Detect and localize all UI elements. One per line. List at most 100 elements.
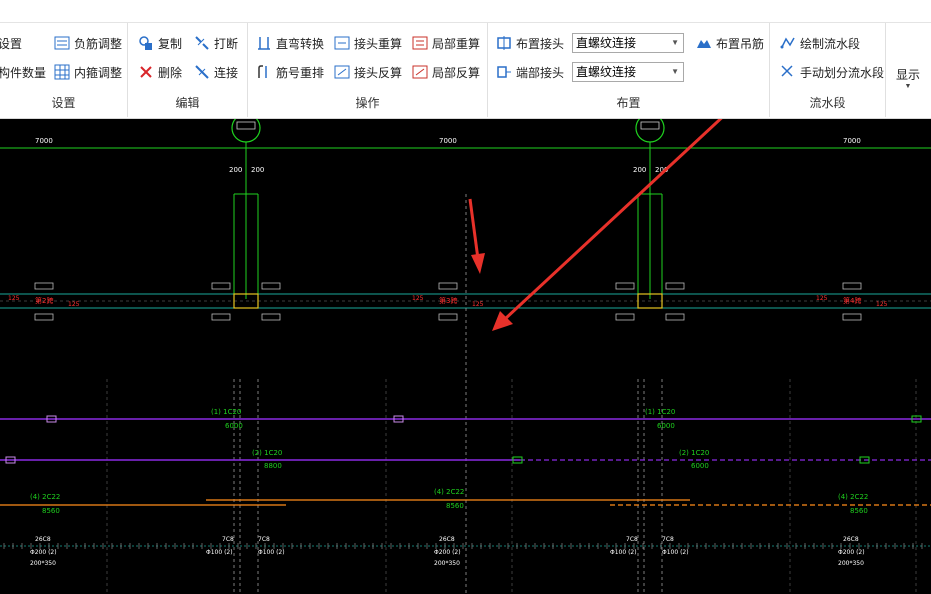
group-settings-title: 设置 — [51, 96, 76, 110]
joint-type-select-1-value: 直螺纹连接 — [576, 36, 637, 50]
stirrup-count: 26C8 — [439, 536, 455, 543]
dim-label: 200 — [633, 166, 646, 174]
beam-dimension: 200*350 — [434, 560, 460, 567]
stirrup-labels: 26C8 Φ200 (2) 200*350 7C8 Φ100 (2) 7C8 Φ… — [30, 536, 865, 567]
group-flow-title: 流水段 — [809, 96, 846, 110]
dim-label: 200 — [251, 166, 264, 174]
stirrup-spacing: Φ100 (2) — [662, 549, 689, 556]
rebar-length: 8560 — [42, 507, 60, 515]
local-recalc-icon — [412, 35, 428, 51]
chevron-down-icon: ▼ — [671, 38, 679, 47]
group-settings: 设置 构件数量 负筋调整 内箍调整 设置 — [0, 23, 128, 117]
offset-label: 125 — [8, 295, 20, 302]
display-label: 显示 — [896, 68, 921, 82]
settings-label: 设置 — [0, 36, 23, 51]
rebar-renumber-label: 筋号重排 — [276, 65, 325, 80]
rebar-label: (2) 1C20 — [252, 449, 282, 457]
annotation-arrow-short — [468, 198, 480, 260]
draw-flow-label: 绘制流水段 — [800, 36, 861, 51]
stirrup-spacing: Φ100 (2) — [206, 549, 233, 556]
rebar-length: 8560 — [850, 507, 868, 515]
settings-button[interactable]: 设置 — [0, 33, 22, 53]
draw-flow-icon — [780, 35, 796, 51]
span-label: 7000 — [439, 137, 457, 145]
neg-rebar-adjust-button[interactable]: 负筋调整 — [54, 33, 122, 53]
local-reverse-label: 局部反算 — [432, 65, 481, 80]
manual-flow-button[interactable]: 手动划分流水段 — [780, 62, 884, 82]
annotation-arrows — [468, 119, 723, 331]
joint-reverse-icon — [334, 64, 350, 80]
rebar-renumber-button[interactable]: 筋号重排 — [256, 62, 324, 82]
break-button[interactable]: 打断 — [194, 33, 238, 53]
drawing-canvas[interactable]: 7000 7000 7000 200 200 200 200 125 第2跨 1… — [0, 119, 931, 594]
beam-dimension: 200*350 — [30, 560, 56, 567]
bend-convert-label: 直弯转换 — [276, 36, 325, 51]
local-recalc-button[interactable]: 局部重算 — [412, 33, 480, 53]
rebar-label: (1) 1C20 — [211, 408, 241, 416]
draw-flow-button[interactable]: 绘制流水段 — [780, 33, 860, 53]
end-joint-button[interactable]: 端部接头 — [496, 62, 564, 82]
local-reverse-button[interactable]: 局部反算 — [412, 62, 480, 82]
offset-label: 125 — [472, 301, 484, 308]
rebar-length: 6000 — [657, 422, 675, 430]
stirrup-spacing: Φ200 (2) — [434, 549, 461, 556]
connect-label: 连接 — [214, 65, 239, 80]
dim-label: 200 — [229, 166, 242, 174]
copy-icon — [138, 35, 154, 51]
place-hanger-button[interactable]: 布置吊筋 — [696, 33, 764, 53]
stirrup-spacing: Φ200 (2) — [838, 549, 865, 556]
rebar-label: (1) 1C20 — [645, 408, 675, 416]
place-joint-label: 布置接头 — [516, 36, 565, 51]
delete-button[interactable]: 删除 — [138, 62, 182, 82]
offset-label: 125 — [412, 295, 424, 302]
stirrup-count: 7C8 — [662, 536, 674, 543]
joint-reverse-button[interactable]: 接头反算 — [334, 62, 402, 82]
hanger-icon — [696, 35, 712, 51]
stirrup-count: 7C8 — [258, 536, 270, 543]
stirrup-spacing: Φ200 (2) — [30, 549, 57, 556]
joint-type-select-2[interactable]: 直螺纹连接 ▼ — [572, 62, 684, 82]
arrowhead-icon — [471, 253, 485, 274]
connect-icon — [194, 64, 210, 80]
span-name-label: 第4跨 — [843, 296, 861, 305]
rebar-length: 8560 — [446, 502, 464, 510]
rebar-label: (4) 2C22 — [838, 493, 868, 501]
joint-recalc-button[interactable]: 接头重算 — [334, 33, 402, 53]
bend-convert-button[interactable]: 直弯转换 — [256, 33, 324, 53]
connect-button[interactable]: 连接 — [194, 62, 238, 82]
neg-rebar-icon — [54, 35, 70, 51]
component-count-button[interactable]: 构件数量 — [0, 62, 46, 82]
neg-rebar-label: 负筋调整 — [74, 36, 123, 51]
axis-bubble — [635, 119, 665, 143]
end-joint-icon — [496, 64, 512, 80]
joint-type-select-1[interactable]: 直螺纹连接 ▼ — [572, 33, 684, 53]
display-button[interactable]: 显示 ▼ — [896, 66, 920, 90]
inner-stirrup-adjust-button[interactable]: 内箍调整 — [54, 62, 122, 82]
beam-dimension: 200*350 — [838, 560, 864, 567]
axis-tag — [236, 121, 256, 130]
joint-recalc-icon — [334, 35, 350, 51]
joint-reverse-label: 接头反算 — [354, 65, 403, 80]
offset-label: 125 — [876, 301, 888, 308]
group-layout: 布置接头 端部接头 直螺纹连接 ▼ 直螺纹连接 ▼ 布置吊筋 布置 — [488, 23, 770, 117]
rebar-label: (4) 2C22 — [30, 493, 60, 501]
manual-flow-icon — [780, 64, 796, 80]
span-name-label: 第3跨 — [439, 296, 457, 305]
rebar-length: 8800 — [264, 462, 282, 470]
manual-flow-label: 手动划分流水段 — [800, 65, 885, 80]
chevron-down-icon: ▼ — [904, 83, 912, 90]
ribbon-tab-strip — [0, 0, 931, 23]
span-name-label: 第2跨 — [35, 296, 53, 305]
inner-stirrup-label: 内箍调整 — [74, 65, 123, 80]
ribbon-toolbar: 设置 构件数量 负筋调整 内箍调整 设置 复制 删除 打断 连接 编辑 直弯转换… — [0, 0, 931, 119]
axis-bubble — [231, 119, 261, 143]
group-operation: 直弯转换 接头重算 局部重算 筋号重排 接头反算 局部反算 操作 — [248, 23, 488, 117]
copy-button[interactable]: 复制 — [138, 33, 182, 53]
delete-icon — [138, 64, 154, 80]
break-icon — [194, 35, 210, 51]
rebar-renumber-icon — [256, 64, 272, 80]
stirrup-count: 26C8 — [843, 536, 859, 543]
stirrup-spacing: Φ100 (2) — [610, 549, 637, 556]
annotation-arrow-long — [503, 119, 723, 321]
place-joint-button[interactable]: 布置接头 — [496, 33, 564, 53]
